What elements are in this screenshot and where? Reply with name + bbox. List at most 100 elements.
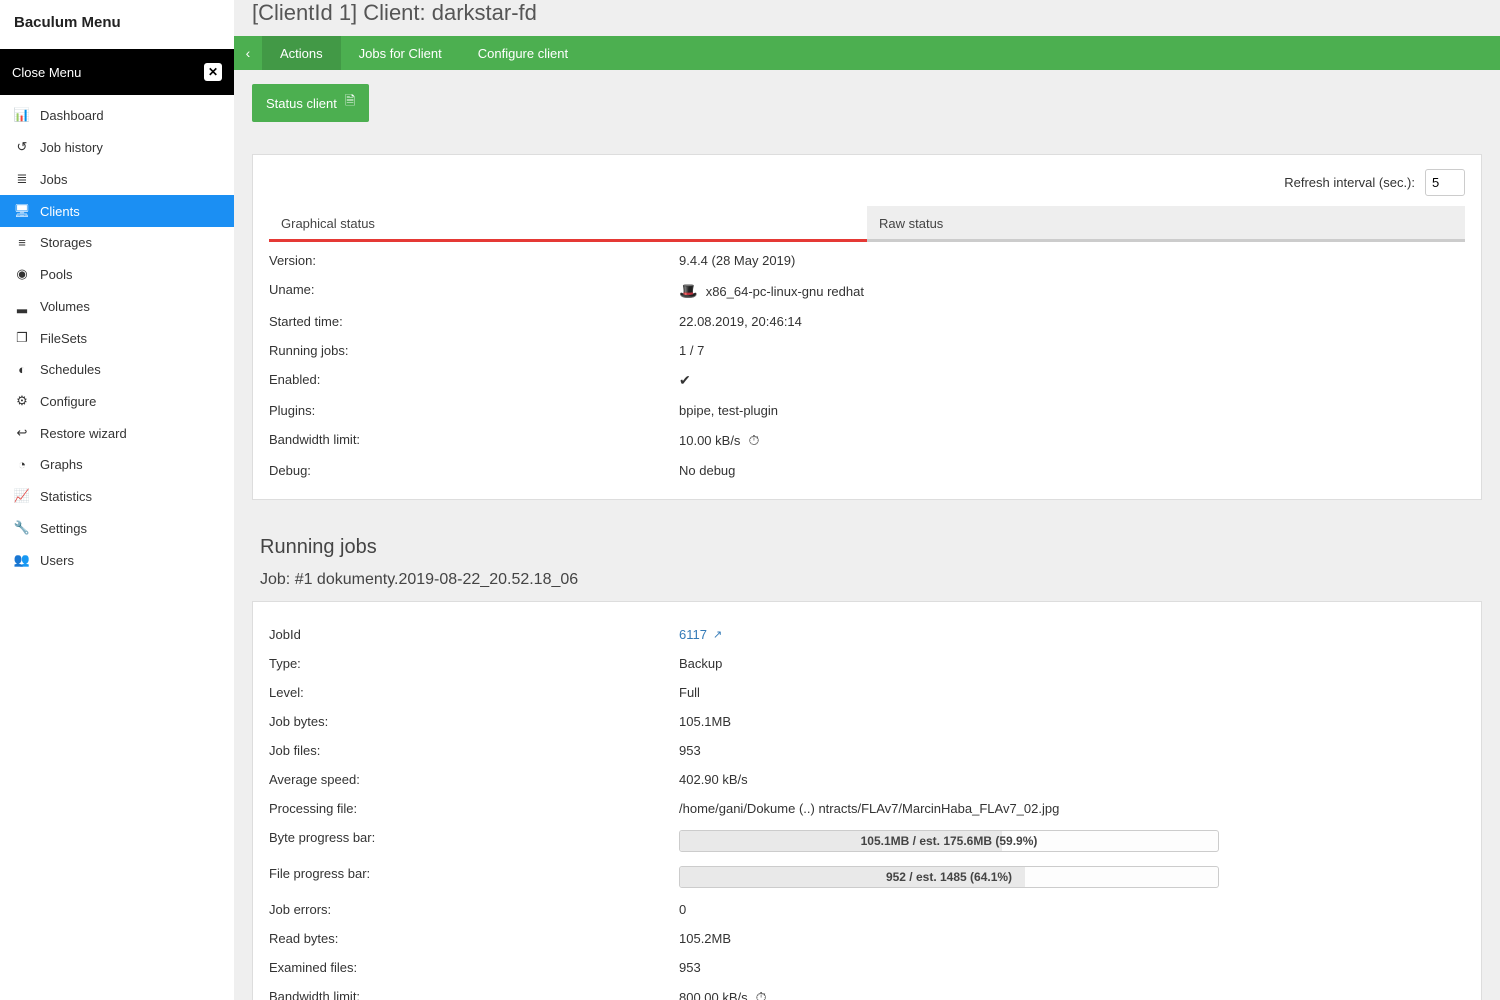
client-status-value-text: 22.08.2019, 20:46:14	[679, 314, 802, 329]
refresh-label: Refresh interval (sec.):	[1284, 175, 1415, 190]
running-job-label: Read bytes:	[269, 931, 679, 946]
sidebar-item-label: Statistics	[40, 489, 92, 504]
client-status-label: Enabled:	[269, 372, 679, 389]
sidebar-item-label: FileSets	[40, 331, 87, 346]
running-job-value: 105.1MB	[679, 714, 1465, 729]
running-job-label: Bandwidth limit:	[269, 989, 679, 1000]
pools-icon: ◉	[14, 266, 30, 282]
running-job-value: /home/gani/Dokume (..) ntracts/FLAv7/Mar…	[679, 801, 1465, 816]
sidebar-item-label: Job history	[40, 140, 103, 155]
sidebar-item-volumes[interactable]: ▂Volumes	[0, 290, 234, 322]
sidebar-item-pools[interactable]: ◉ Pools	[0, 258, 234, 290]
sidebar-item-storages[interactable]: ≡Storages	[0, 227, 234, 258]
page-title: [ClientId 1] Client: darkstar-fd	[234, 0, 1500, 36]
document-icon: 🗎	[345, 92, 355, 114]
sidebar-item-label: Configure	[40, 394, 96, 409]
client-status-row: Enabled:✔	[257, 365, 1477, 396]
running-job-value-text: 0	[679, 902, 686, 917]
running-job-row: Job files:953	[257, 736, 1477, 765]
sidebar-item-label: Settings	[40, 521, 87, 536]
running-job-value: 105.2MB	[679, 931, 1465, 946]
client-status-value-text: 10.00 kB/s	[679, 433, 740, 448]
sidebar-item-settings[interactable]: 🔧 Settings	[0, 512, 234, 544]
client-status-value: bpipe, test-plugin	[679, 403, 1465, 418]
progress-label: 105.1MB / est. 175.6MB (59.9%)	[680, 831, 1218, 851]
sidebar-item-label: Storages	[40, 235, 92, 250]
client-status-value: No debug	[679, 463, 1465, 478]
sidebar-item-label: Jobs	[40, 172, 67, 187]
running-job-label: Job files:	[269, 743, 679, 758]
clients-icon: 🖥	[14, 203, 30, 219]
client-status-row: Bandwidth limit:10.00 kB/s⏱	[257, 425, 1477, 456]
tab-graphical-status[interactable]: Graphical status	[269, 206, 867, 239]
gauge-icon[interactable]: ⏱	[756, 989, 767, 1000]
sidebar-item-filesets[interactable]: ❐ FileSets	[0, 322, 234, 354]
tabbar: ‹ ActionsJobs for ClientConfigure client	[234, 36, 1500, 70]
sidebar-item-label: Volumes	[40, 299, 90, 314]
sidebar-item-configure[interactable]: ⚙ Configure	[0, 385, 234, 417]
running-job-value-text: /home/gani/Dokume (..) ntracts/FLAv7/Mar…	[679, 801, 1059, 816]
configure-icon: ⚙	[14, 393, 30, 409]
sidebar-item-job-history[interactable]: ↺ Job history	[0, 131, 234, 163]
back-button[interactable]: ‹	[234, 36, 262, 70]
jobid-link[interactable]: 6117 ↗	[679, 627, 722, 642]
check-icon: ✔	[679, 372, 691, 389]
status-client-label: Status client	[266, 96, 337, 111]
client-status-row: Debug:No debug	[257, 456, 1477, 485]
progress-bar: 105.1MB / est. 175.6MB (59.9%)	[679, 830, 1219, 852]
running-job-value: Backup	[679, 656, 1465, 671]
client-status-label: Running jobs:	[269, 343, 679, 358]
sidebar-item-statistics[interactable]: 📈Statistics	[0, 480, 234, 512]
refresh-input[interactable]	[1425, 169, 1465, 196]
job-history-icon: ↺	[14, 139, 30, 155]
settings-icon: 🔧	[14, 520, 30, 536]
running-job-value: 0	[679, 902, 1465, 917]
tab-jobs-for-client[interactable]: Jobs for Client	[341, 36, 460, 70]
sidebar-item-schedules[interactable]: ◐Schedules	[0, 354, 234, 385]
gauge-icon[interactable]: ⏱	[748, 432, 759, 449]
sidebar-item-dashboard[interactable]: 📊Dashboard	[0, 99, 234, 131]
client-status-value-text: No debug	[679, 463, 735, 478]
sidebar-item-label: Users	[40, 553, 74, 568]
tab-configure-client[interactable]: Configure client	[460, 36, 586, 70]
running-job-panel: JobId6117 ↗Type:BackupLevel:FullJob byte…	[252, 601, 1482, 1000]
running-job-value-text: 402.90 kB/s	[679, 772, 748, 787]
filesets-icon: ❐	[14, 330, 30, 346]
progress-label: 952 / est. 1485 (64.1%)	[680, 867, 1218, 887]
running-job-row: Examined files:953	[257, 953, 1477, 982]
client-status-value: ✔	[679, 372, 1465, 389]
client-status-value-text: bpipe, test-plugin	[679, 403, 778, 418]
tab-actions[interactable]: Actions	[262, 36, 341, 70]
sidebar-item-restore-wizard[interactable]: ↩Restore wizard	[0, 417, 234, 449]
running-job-row: Processing file:/home/gani/Dokume (..) n…	[257, 794, 1477, 823]
sidebar: Baculum Menu Close Menu ✕ 📊Dashboard↺Job…	[0, 0, 234, 1000]
client-status-value-text: x86_64-pc-linux-gnu redhat	[706, 284, 864, 299]
users-icon: 👥	[14, 552, 30, 568]
running-job-value-text: 105.1MB	[679, 714, 731, 729]
sidebar-item-clients[interactable]: 🖥Clients	[0, 195, 234, 227]
client-status-value: 10.00 kB/s ⏱	[679, 432, 1465, 449]
running-job-label: Level:	[269, 685, 679, 700]
tab-raw-status[interactable]: Raw status	[867, 206, 1465, 239]
redhat-icon: 🎩	[679, 282, 698, 300]
running-job-value-text: Backup	[679, 656, 722, 671]
running-job-value: 953	[679, 960, 1465, 975]
sidebar-item-jobs[interactable]: ≣Jobs	[0, 163, 234, 195]
client-status-table: Version:9.4.4 (28 May 2019)Uname:🎩x86_64…	[253, 242, 1481, 489]
sidebar-item-users[interactable]: 👥 Users	[0, 544, 234, 576]
sidebar-item-label: Pools	[40, 267, 73, 282]
client-status-label: Uname:	[269, 282, 679, 300]
running-job-value-text: 953	[679, 960, 701, 975]
running-job-row: JobId6117 ↗	[257, 620, 1477, 649]
running-job-value: 800.00 kB/s ⏱	[679, 989, 1465, 1000]
running-job-value-text: 800.00 kB/s	[679, 990, 748, 1000]
sidebar-item-graphs[interactable]: ◔Graphs	[0, 449, 234, 480]
running-job-row: Average speed:402.90 kB/s	[257, 765, 1477, 794]
close-icon: ✕	[204, 63, 222, 81]
running-heading: Running jobs	[234, 518, 1500, 565]
running-job-row: Read bytes:105.2MB	[257, 924, 1477, 953]
close-menu-button[interactable]: Close Menu ✕	[0, 49, 234, 95]
status-client-button[interactable]: Status client 🗎	[252, 84, 369, 122]
toolbar: Status client 🗎	[234, 70, 1500, 136]
running-job-row: Level:Full	[257, 678, 1477, 707]
